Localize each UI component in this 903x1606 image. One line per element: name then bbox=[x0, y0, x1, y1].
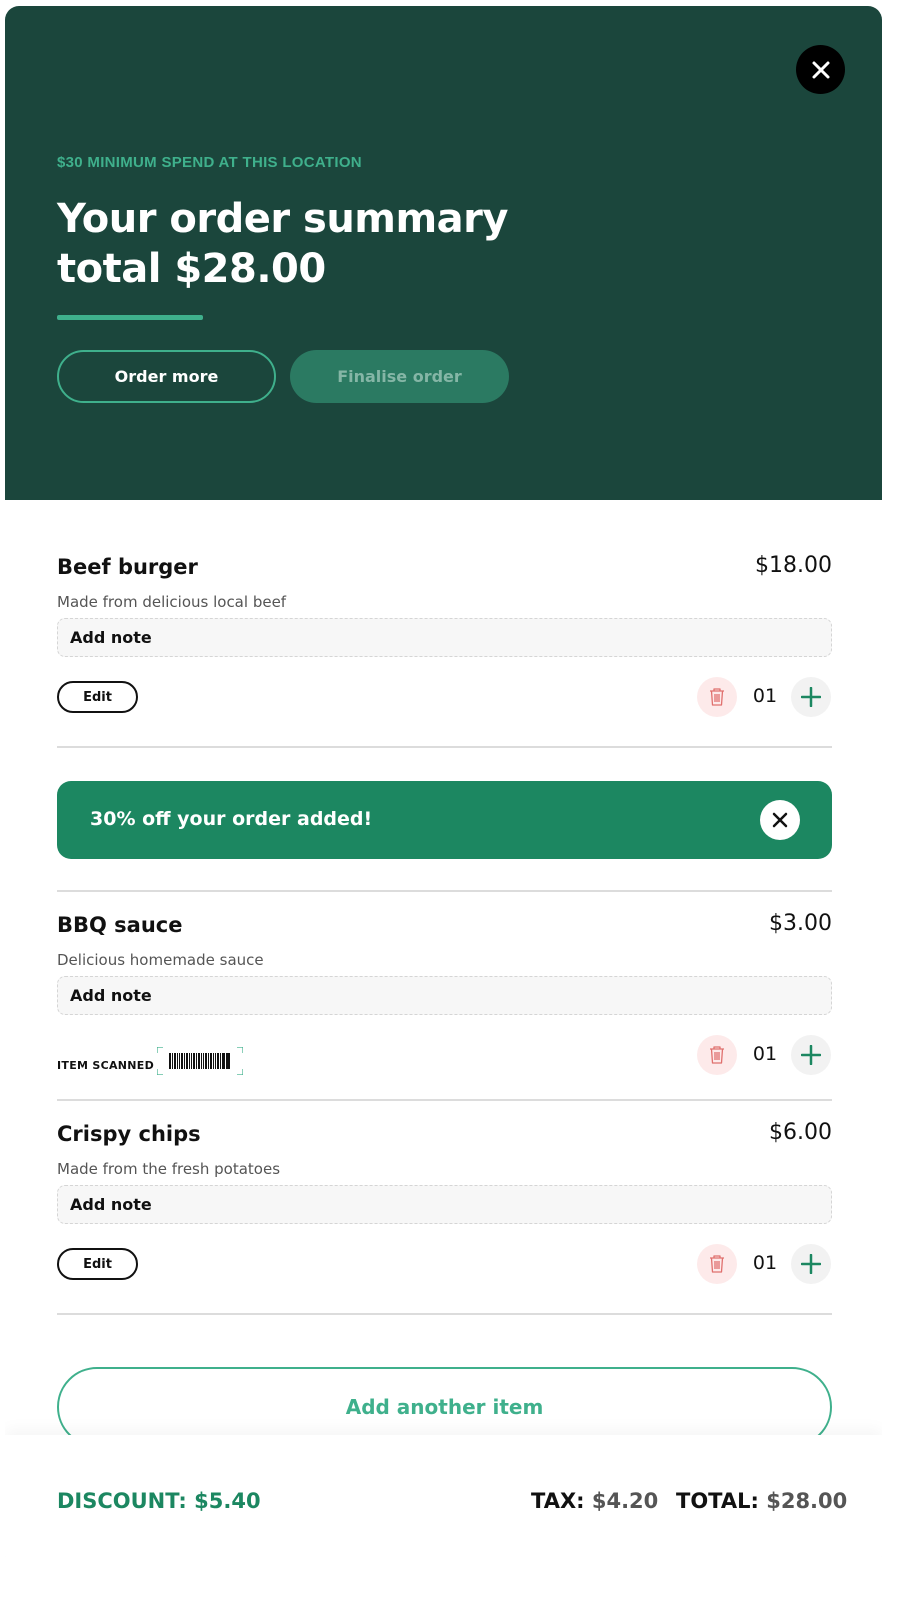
trash-icon bbox=[710, 1255, 724, 1273]
discount-label: DISCOUNT: bbox=[57, 1489, 187, 1513]
item-description: Made from the fresh potatoes bbox=[57, 1160, 281, 1178]
title-line-2: total $28.00 bbox=[57, 246, 326, 292]
title-underline bbox=[57, 315, 203, 320]
tax-label: TAX: bbox=[531, 1489, 585, 1513]
add-note-field[interactable]: Add note bbox=[57, 618, 832, 657]
divider bbox=[57, 890, 832, 892]
total-value: $28.00 bbox=[766, 1489, 848, 1513]
title-line-1: Your order summary bbox=[57, 196, 508, 242]
order-summary-header: $30 MINIMUM SPEND AT THIS LOCATION Your … bbox=[5, 6, 882, 500]
increase-quantity-button[interactable] bbox=[791, 1244, 831, 1284]
promo-banner: 30% off your order added! bbox=[57, 781, 832, 859]
close-icon bbox=[812, 61, 829, 78]
quantity-value: 01 bbox=[752, 1043, 778, 1065]
remove-item-button[interactable] bbox=[697, 1244, 737, 1284]
item-name: BBQ sauce bbox=[57, 913, 183, 937]
increase-quantity-button[interactable] bbox=[791, 1035, 831, 1075]
divider bbox=[57, 1313, 832, 1315]
promo-text: 30% off your order added! bbox=[90, 808, 373, 830]
trash-icon bbox=[710, 1046, 724, 1064]
close-icon bbox=[772, 812, 788, 828]
plus-icon bbox=[801, 1045, 821, 1065]
dismiss-promo-button[interactable] bbox=[760, 800, 800, 840]
quantity-value: 01 bbox=[752, 1252, 778, 1274]
tax-value: $4.20 bbox=[591, 1489, 659, 1513]
item-name: Beef burger bbox=[57, 555, 198, 579]
plus-icon bbox=[801, 687, 821, 707]
order-more-button[interactable]: Order more bbox=[57, 350, 276, 403]
tax-summary: TAX: $4.20 bbox=[531, 1489, 658, 1513]
item-price: $18.00 bbox=[755, 553, 832, 578]
order-totals-footer: DISCOUNT: $5.40 TAX: $4.20 TOTAL: $28.00 bbox=[5, 1435, 882, 1568]
add-note-field[interactable]: Add note bbox=[57, 976, 832, 1015]
finalise-order-button[interactable]: Finalise order bbox=[290, 350, 509, 403]
increase-quantity-button[interactable] bbox=[791, 677, 831, 717]
total-label: TOTAL: bbox=[676, 1489, 759, 1513]
item-description: Delicious homemade sauce bbox=[57, 951, 264, 969]
min-spend-notice: $30 MINIMUM SPEND AT THIS LOCATION bbox=[57, 154, 362, 171]
close-button[interactable] bbox=[796, 45, 845, 94]
total-summary: TOTAL: $28.00 bbox=[676, 1489, 847, 1513]
discount-value: $5.40 bbox=[194, 1489, 261, 1513]
plus-icon bbox=[801, 1254, 821, 1274]
item-price: $3.00 bbox=[769, 911, 832, 936]
trash-icon bbox=[710, 688, 724, 706]
item-name: Crispy chips bbox=[57, 1122, 201, 1146]
item-price: $6.00 bbox=[769, 1120, 832, 1145]
quantity-value: 01 bbox=[752, 685, 778, 707]
remove-item-button[interactable] bbox=[697, 1035, 737, 1075]
discount-summary: DISCOUNT: $5.40 bbox=[57, 1489, 261, 1513]
add-note-field[interactable]: Add note bbox=[57, 1185, 832, 1224]
page-title: Your order summary total $28.00 bbox=[57, 194, 517, 294]
edit-button[interactable]: Edit bbox=[57, 681, 138, 713]
barcode-icon bbox=[157, 1047, 243, 1075]
order-summary-panel: $30 MINIMUM SPEND AT THIS LOCATION Your … bbox=[5, 6, 882, 1568]
divider bbox=[57, 746, 832, 748]
item-scanned-label: ITEM SCANNED bbox=[57, 1059, 155, 1072]
divider bbox=[57, 1099, 832, 1101]
item-description: Made from delicious local beef bbox=[57, 593, 287, 611]
edit-button[interactable]: Edit bbox=[57, 1248, 138, 1280]
remove-item-button[interactable] bbox=[697, 677, 737, 717]
